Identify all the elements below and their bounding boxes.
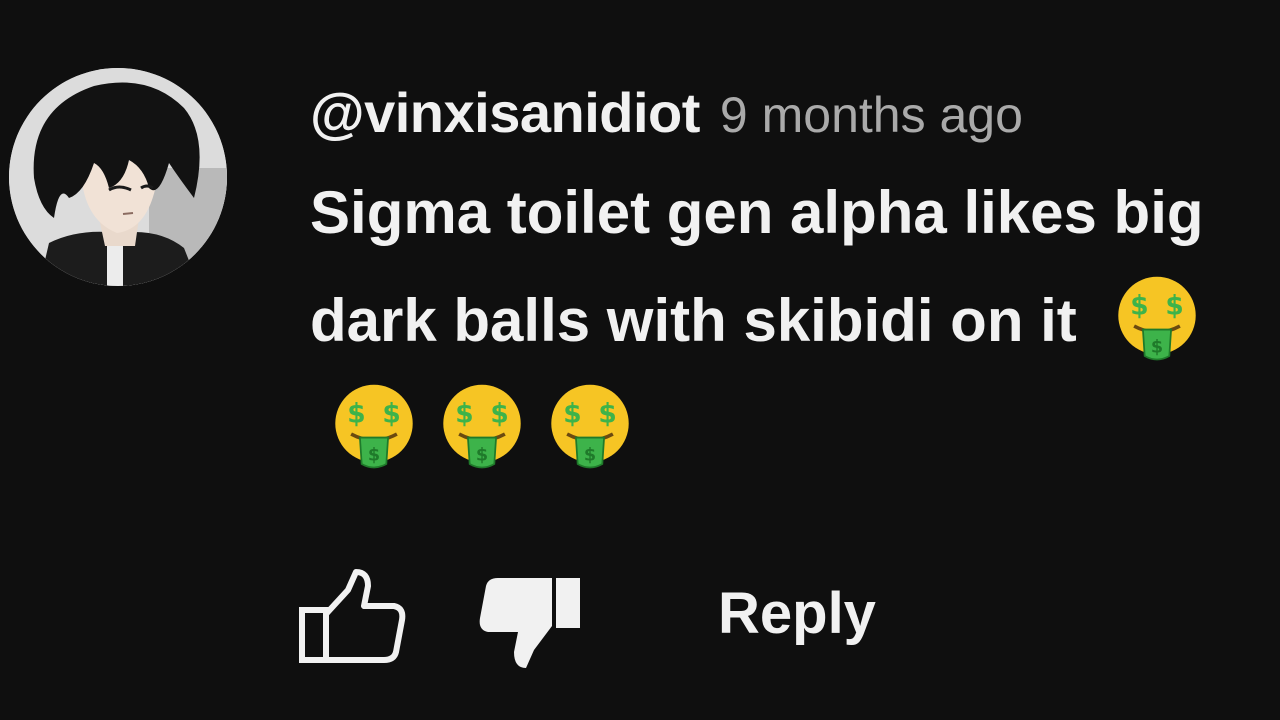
comment-text-content: Sigma toilet gen alpha likes big dark ba… <box>310 179 1204 354</box>
thumbs-down-filled-icon <box>479 578 580 668</box>
svg-text:$: $ <box>563 399 581 430</box>
like-button[interactable] <box>298 568 406 668</box>
avatar[interactable] <box>9 68 227 286</box>
comment-header: @vinxisanidiot 9 months ago <box>310 80 1260 145</box>
money-mouth-face-icon: $ $ $ <box>546 383 634 471</box>
svg-text:$: $ <box>455 399 473 430</box>
money-mouth-face-icon: $ $ $ <box>330 383 418 471</box>
thumbs-up-outline-icon <box>299 569 406 663</box>
svg-text:$: $ <box>1151 338 1163 358</box>
comment-thread: @vinxisanidiot 9 months ago Sigma toilet… <box>0 0 1280 720</box>
svg-text:$: $ <box>382 399 400 430</box>
money-mouth-face-icon: $ $ $ <box>1113 275 1201 363</box>
comment-text: Sigma toilet gen alpha likes big dark ba… <box>310 159 1250 483</box>
money-mouth-face-icon: $ $ $ <box>438 383 526 471</box>
svg-text:$: $ <box>347 399 365 430</box>
reply-button[interactable]: Reply <box>718 580 876 647</box>
svg-text:$: $ <box>476 446 488 466</box>
svg-text:$: $ <box>490 399 508 430</box>
svg-text:$: $ <box>584 446 596 466</box>
svg-text:$: $ <box>1166 291 1184 322</box>
dislike-button[interactable] <box>476 572 584 672</box>
avatar-image <box>9 68 227 286</box>
comment-actions: Reply <box>298 568 998 678</box>
comment-timestamp[interactable]: 9 months ago <box>720 86 1023 144</box>
author-name[interactable]: @vinxisanidiot <box>310 80 700 145</box>
svg-text:$: $ <box>598 399 616 430</box>
svg-text:$: $ <box>368 446 380 466</box>
svg-text:$: $ <box>1131 291 1149 322</box>
comment-body: @vinxisanidiot 9 months ago Sigma toilet… <box>310 80 1260 483</box>
